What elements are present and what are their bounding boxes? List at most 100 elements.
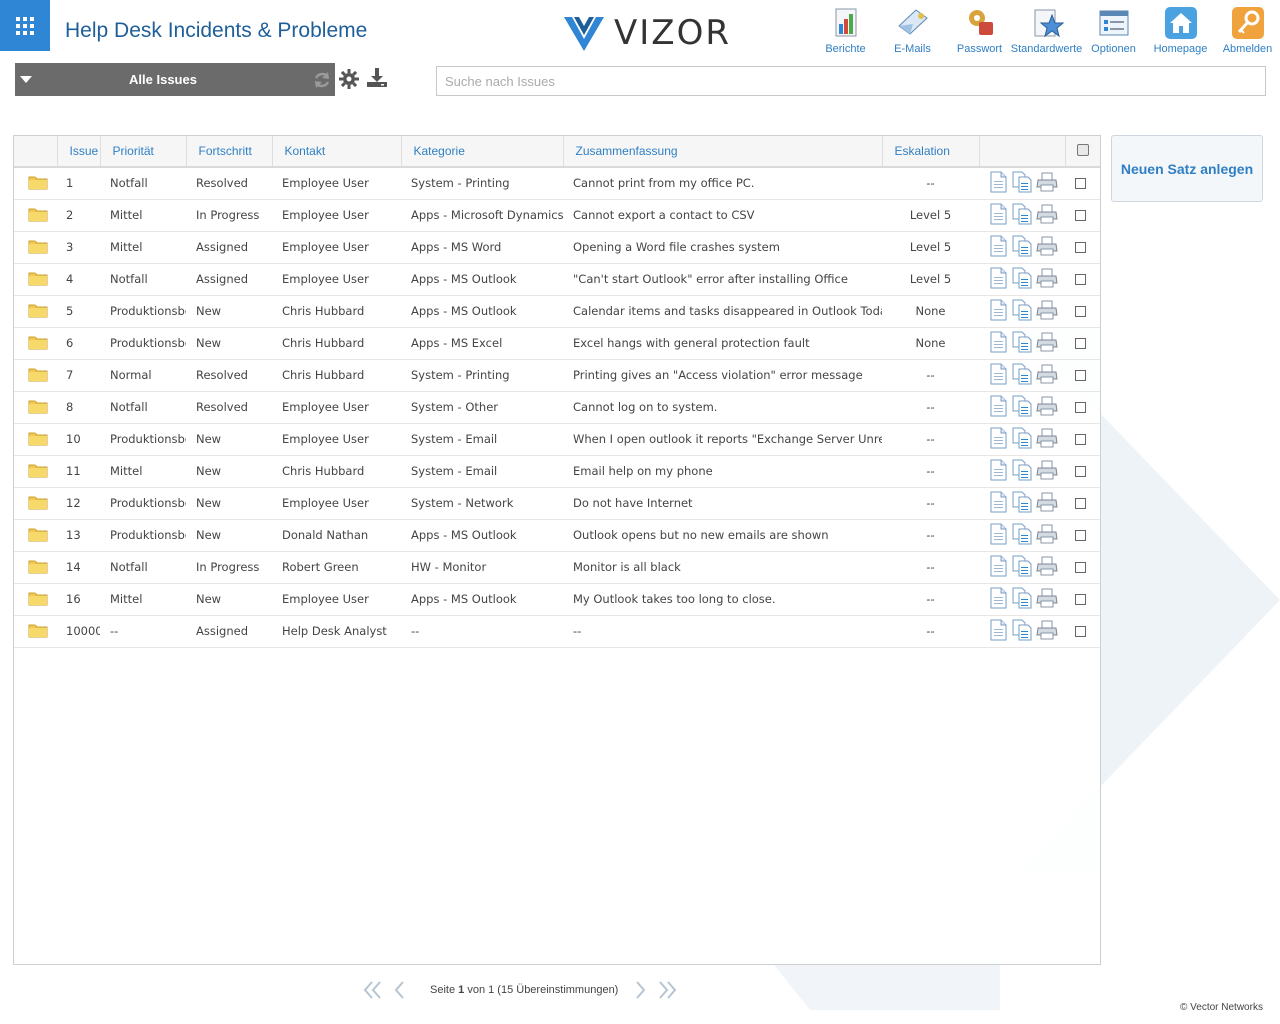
print-icon[interactable] bbox=[1036, 556, 1058, 579]
col-priority[interactable]: Priorität bbox=[100, 136, 187, 167]
print-icon[interactable] bbox=[1036, 492, 1058, 515]
print-icon[interactable] bbox=[1036, 460, 1058, 483]
print-icon[interactable] bbox=[1036, 396, 1058, 419]
table-row[interactable]: 10000 -- Assigned Help Desk Analyst -- -- -- bbox=[14, 615, 1100, 647]
prev-page-button[interactable] bbox=[392, 980, 406, 1000]
view-document-icon[interactable] bbox=[988, 363, 1008, 388]
toolbar-homepage[interactable]: Homepage bbox=[1147, 6, 1214, 55]
table-row[interactable]: 10 Produktionsbe New Employee User System - … bbox=[14, 423, 1100, 455]
table-row[interactable]: 11 Mittel New Chris Hubbard System - Email Em… bbox=[14, 455, 1100, 487]
copy-record-icon[interactable] bbox=[1011, 459, 1033, 484]
first-page-button[interactable] bbox=[362, 980, 384, 1000]
toolbar-password[interactable]: Passwort bbox=[946, 6, 1013, 55]
table-row[interactable]: 1 Notfall Resolved Employee User System - Pr… bbox=[14, 167, 1100, 199]
view-document-icon[interactable] bbox=[988, 491, 1008, 516]
print-icon[interactable] bbox=[1036, 364, 1058, 387]
print-icon[interactable] bbox=[1036, 268, 1058, 291]
search-input[interactable] bbox=[436, 66, 1266, 96]
row-checkbox[interactable] bbox=[1075, 242, 1086, 253]
open-record-button[interactable] bbox=[14, 199, 57, 231]
open-record-button[interactable] bbox=[14, 263, 57, 295]
settings-button[interactable] bbox=[339, 69, 359, 94]
print-icon[interactable] bbox=[1036, 524, 1058, 547]
copy-record-icon[interactable] bbox=[1011, 203, 1033, 228]
copy-record-icon[interactable] bbox=[1011, 427, 1033, 452]
copy-record-icon[interactable] bbox=[1011, 331, 1033, 356]
copy-record-icon[interactable] bbox=[1011, 395, 1033, 420]
col-progress[interactable]: Fortschritt bbox=[186, 136, 273, 167]
open-record-button[interactable] bbox=[14, 327, 57, 359]
open-record-button[interactable] bbox=[14, 551, 57, 583]
print-icon[interactable] bbox=[1036, 332, 1058, 355]
copy-record-icon[interactable] bbox=[1011, 171, 1033, 196]
toolbar-logout[interactable]: Abmelden bbox=[1214, 6, 1280, 55]
table-row[interactable]: 14 Notfall In Progress Robert Green HW - Mon… bbox=[14, 551, 1100, 583]
table-row[interactable]: 4 Notfall Assigned Employee User Apps - MS O… bbox=[14, 263, 1100, 295]
row-checkbox[interactable] bbox=[1075, 626, 1086, 637]
row-checkbox[interactable] bbox=[1075, 434, 1086, 445]
table-row[interactable]: 12 Produktionsbe New Employee User System - … bbox=[14, 487, 1100, 519]
open-record-button[interactable] bbox=[14, 359, 57, 391]
view-document-icon[interactable] bbox=[988, 267, 1008, 292]
print-icon[interactable] bbox=[1036, 236, 1058, 259]
new-record-button[interactable]: Neuen Satz anlegen bbox=[1111, 135, 1263, 202]
row-checkbox[interactable] bbox=[1075, 530, 1086, 541]
table-row[interactable]: 16 Mittel New Employee User Apps - MS Outloo… bbox=[14, 583, 1100, 615]
col-escalation[interactable]: Eskalation bbox=[882, 136, 980, 167]
view-document-icon[interactable] bbox=[988, 523, 1008, 548]
view-document-icon[interactable] bbox=[988, 331, 1008, 356]
table-row[interactable]: 6 Produktionsbe New Chris Hubbard Apps - MS … bbox=[14, 327, 1100, 359]
copy-record-icon[interactable] bbox=[1011, 235, 1033, 260]
col-contact[interactable]: Kontakt bbox=[272, 136, 402, 167]
view-select[interactable]: Alle Issues bbox=[15, 63, 308, 96]
view-document-icon[interactable] bbox=[988, 427, 1008, 452]
row-checkbox[interactable] bbox=[1075, 402, 1086, 413]
print-icon[interactable] bbox=[1036, 204, 1058, 227]
row-checkbox[interactable] bbox=[1075, 306, 1086, 317]
view-document-icon[interactable] bbox=[988, 395, 1008, 420]
row-checkbox[interactable] bbox=[1075, 370, 1086, 381]
copy-record-icon[interactable] bbox=[1011, 299, 1033, 324]
toolbar-reports[interactable]: Berichte bbox=[812, 6, 879, 55]
open-record-button[interactable] bbox=[14, 615, 57, 647]
open-record-button[interactable] bbox=[14, 391, 57, 423]
copy-record-icon[interactable] bbox=[1011, 267, 1033, 292]
view-document-icon[interactable] bbox=[988, 555, 1008, 580]
row-checkbox[interactable] bbox=[1075, 498, 1086, 509]
print-icon[interactable] bbox=[1036, 172, 1058, 195]
open-record-button[interactable] bbox=[14, 295, 57, 327]
last-page-button[interactable] bbox=[656, 980, 678, 1000]
toolbar-emails[interactable]: E-Mails bbox=[879, 6, 946, 55]
open-record-button[interactable] bbox=[14, 167, 57, 199]
open-record-button[interactable] bbox=[14, 231, 57, 263]
open-record-button[interactable] bbox=[14, 583, 57, 615]
view-document-icon[interactable] bbox=[988, 203, 1008, 228]
col-issue[interactable]: Issue bbox=[57, 136, 101, 167]
copy-record-icon[interactable] bbox=[1011, 363, 1033, 388]
view-document-icon[interactable] bbox=[988, 235, 1008, 260]
row-checkbox[interactable] bbox=[1075, 466, 1086, 477]
view-document-icon[interactable] bbox=[988, 459, 1008, 484]
table-row[interactable]: 2 Mittel In Progress Employee User Apps - Mi… bbox=[14, 199, 1100, 231]
view-document-icon[interactable] bbox=[988, 171, 1008, 196]
copy-record-icon[interactable] bbox=[1011, 523, 1033, 548]
view-document-icon[interactable] bbox=[988, 299, 1008, 324]
select-all-checkbox[interactable] bbox=[1076, 143, 1089, 156]
toolbar-options[interactable]: Optionen bbox=[1080, 6, 1147, 55]
view-document-icon[interactable] bbox=[988, 587, 1008, 612]
print-icon[interactable] bbox=[1036, 620, 1058, 643]
view-document-icon[interactable] bbox=[988, 619, 1008, 644]
copy-record-icon[interactable] bbox=[1011, 619, 1033, 644]
col-category[interactable]: Kategorie bbox=[401, 136, 564, 167]
row-checkbox[interactable] bbox=[1075, 274, 1086, 285]
table-row[interactable]: 8 Notfall Resolved Employee User System - Ot… bbox=[14, 391, 1100, 423]
col-summary[interactable]: Zusammenfassung bbox=[563, 136, 883, 167]
table-row[interactable]: 13 Produktionsbe New Donald Nathan Apps - MS… bbox=[14, 519, 1100, 551]
open-record-button[interactable] bbox=[14, 423, 57, 455]
print-icon[interactable] bbox=[1036, 588, 1058, 611]
table-row[interactable]: 7 Normal Resolved Chris Hubbard System - Pri… bbox=[14, 359, 1100, 391]
export-button[interactable] bbox=[366, 67, 388, 94]
table-row[interactable]: 5 Produktionsbe New Chris Hubbard Apps - MS … bbox=[14, 295, 1100, 327]
row-checkbox[interactable] bbox=[1075, 338, 1086, 349]
row-checkbox[interactable] bbox=[1075, 562, 1086, 573]
